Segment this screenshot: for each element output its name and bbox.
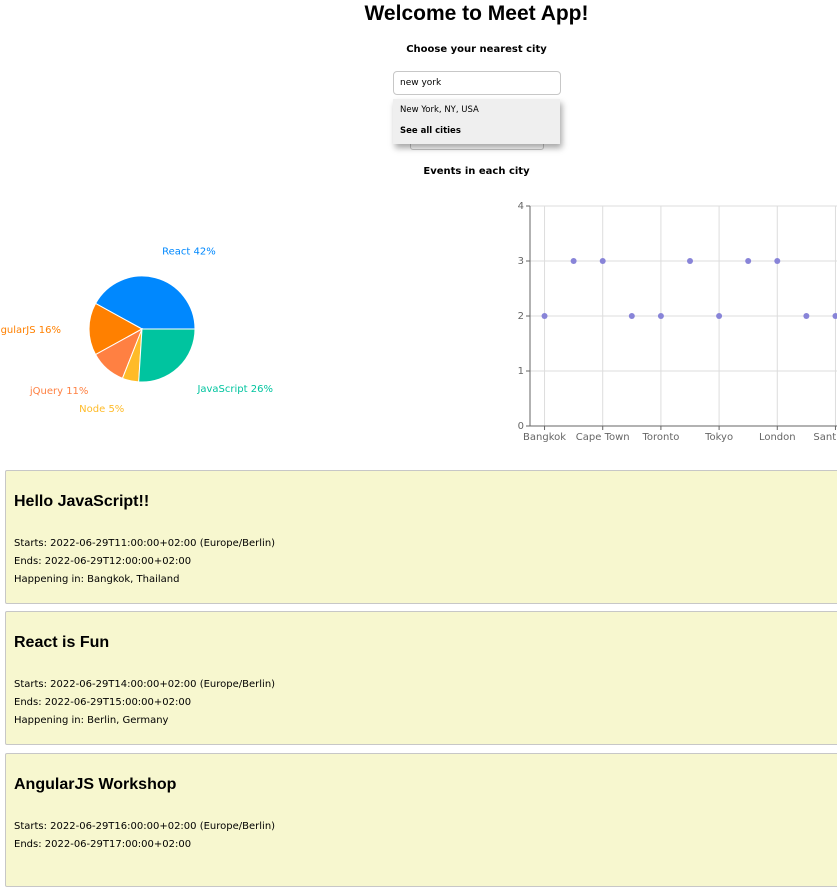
y-tick-label: 3 [518, 256, 524, 267]
events-scatter-chart: 0 1 2 3 4 Bangkok Cape Town Toronto Tokyo London S… [518, 201, 837, 443]
event-location: Happening in: Bangkok, Thailand [14, 574, 180, 585]
event-card: React is Fun Starts: 2022-06-29T14:00:00… [5, 611, 837, 745]
event-card: AngularJS Workshop Starts: 2022-06-29T16… [5, 753, 837, 887]
events-per-city-heading: Events in each city [423, 166, 530, 177]
x-tick-label: Cape Town [576, 432, 630, 443]
pie-label-node: Node 5% [79, 404, 124, 415]
city-suggestions-list: New York, NY, USA See all cities [393, 99, 560, 144]
y-tick-label: 2 [518, 311, 524, 322]
x-tick-label: Santiago [813, 432, 837, 443]
pie-label-jquery: jQuery 11% [29, 386, 89, 397]
y-tick-label: 0 [518, 421, 524, 432]
x-tick-label: Bangkok [523, 432, 566, 443]
event-end: Ends: 2022-06-29T15:00:00+02:00 [14, 697, 192, 708]
page-title: Welcome to Meet App! [364, 2, 589, 25]
pie-label-angularjs: AngularJS 16% [0, 325, 61, 336]
event-title: Hello JavaScript!! [14, 493, 150, 510]
scatter-point-santiago[interactable] [832, 313, 837, 319]
pie-slice-javascript [138, 328, 196, 383]
event-end: Ends: 2022-06-29T12:00:00+02:00 [14, 556, 192, 567]
y-tick-label: 4 [518, 201, 524, 212]
x-tick-label: Tokyo [704, 432, 733, 443]
scatter-point-tokyo[interactable] [716, 313, 723, 319]
event-end: Ends: 2022-06-29T17:00:00+02:00 [14, 839, 192, 850]
scatter-grid [530, 205, 837, 427]
scatter-point-new-york[interactable] [745, 258, 752, 264]
city-search-label: Choose your nearest city [406, 44, 547, 55]
event-start: Starts: 2022-06-29T16:00:00+02:00 (Europ… [14, 821, 276, 832]
x-tick-label: London [759, 432, 796, 443]
scatter-point-toronto[interactable] [657, 313, 664, 319]
city-search-input[interactable] [393, 71, 561, 95]
scatter-point-munich[interactable] [687, 258, 693, 264]
scatter-point-paris[interactable] [803, 313, 810, 319]
suggestion-item[interactable]: New York, NY, USA [393, 99, 560, 121]
pie-label-react: React 42% [162, 247, 216, 258]
scatter-point-bangkok[interactable] [541, 313, 548, 319]
pie-label-javascript: JavaScript 26% [196, 384, 273, 395]
event-title: React is Fun [14, 634, 110, 651]
see-all-cities-item[interactable]: See all cities [393, 121, 560, 143]
scatter-point-dubai[interactable] [628, 313, 635, 319]
scatter-point-london[interactable] [774, 258, 781, 264]
event-location: Happening in: Berlin, Germany [14, 715, 169, 726]
event-card: Hello JavaScript!! Starts: 2022-06-29T11… [5, 470, 837, 604]
x-tick-label: Toronto [641, 432, 679, 443]
y-tick-label: 1 [518, 366, 524, 377]
scatter-point-berlin[interactable] [570, 258, 577, 264]
genre-pie-chart: React 42% AngularJS 16% jQuery 11% Node 5% J… [0, 247, 273, 416]
event-start: Starts: 2022-06-29T14:00:00+02:00 (Europ… [14, 679, 276, 690]
event-start: Starts: 2022-06-29T11:00:00+02:00 (Europ… [14, 538, 276, 549]
scatter-point-cape-town[interactable] [599, 258, 606, 264]
event-title: AngularJS Workshop [14, 776, 177, 793]
